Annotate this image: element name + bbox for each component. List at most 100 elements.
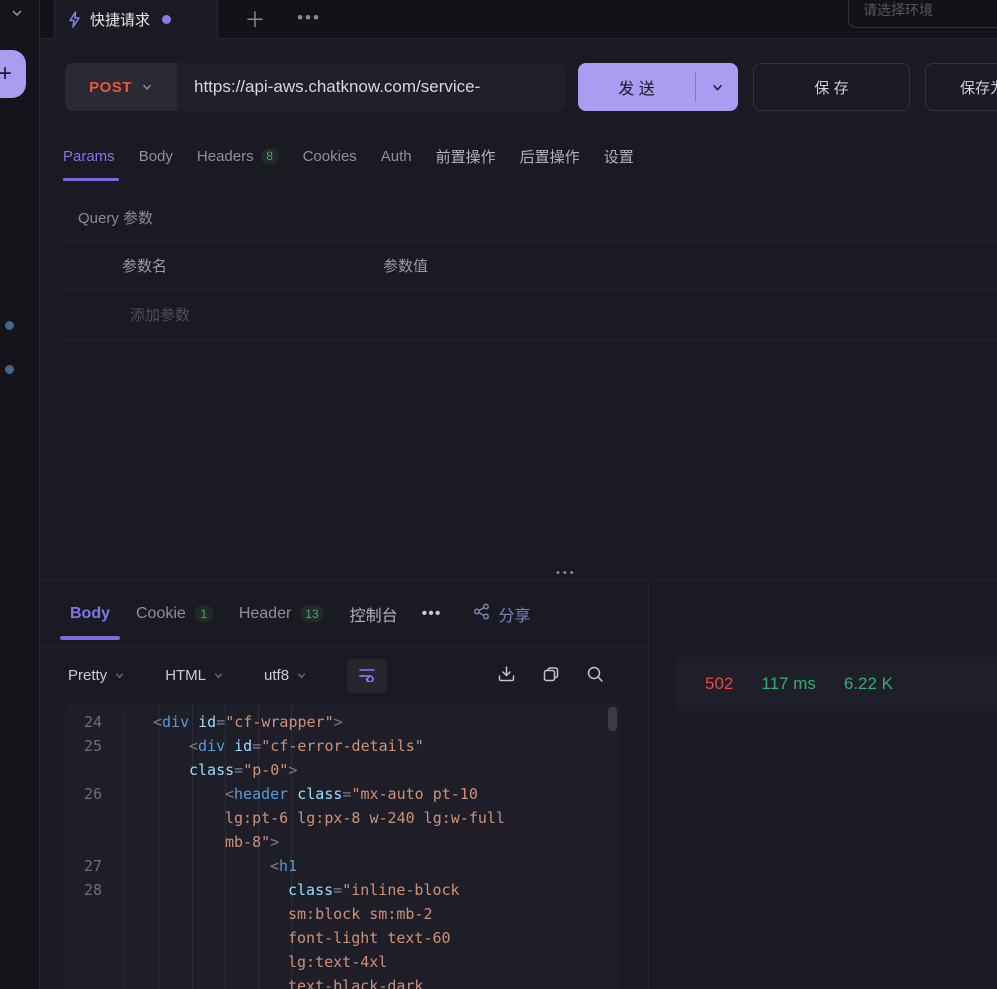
code-text: font-light text-60: [124, 926, 451, 950]
line-number: 26: [65, 782, 124, 806]
response-tab-body[interactable]: Body: [70, 581, 110, 647]
encoding-value: utf8: [264, 667, 289, 684]
copy-icon: [542, 665, 560, 686]
code-text: lg:text-4xl: [124, 950, 387, 974]
code-text: text-black-dark: [124, 974, 423, 989]
request-bar: POST https://api-aws.chatknow.com/servic…: [40, 39, 997, 112]
chevron-down-icon: [213, 670, 224, 681]
response-tab-header[interactable]: Header13: [239, 581, 324, 647]
code-line: 24<div id="cf-wrapper">: [65, 710, 620, 734]
tab-quick-request[interactable]: 快捷请求: [54, 0, 218, 39]
query-params-table: 参数名 参数值 添加参数: [65, 241, 997, 340]
chevron-down-icon: [114, 670, 125, 681]
format-dropdown[interactable]: Pretty: [68, 667, 125, 684]
share-label: 分享: [498, 602, 530, 626]
response-body-code[interactable]: 24<div id="cf-wrapper">25<div id="cf-err…: [65, 703, 620, 989]
copy-button[interactable]: [542, 665, 560, 686]
query-section-title: Query 参数: [78, 207, 153, 228]
encoding-dropdown[interactable]: utf8: [264, 667, 307, 684]
send-options-chevron-icon[interactable]: [696, 81, 738, 94]
request-tab-auth[interactable]: Auth: [381, 128, 412, 184]
tab-label: Body: [70, 605, 110, 623]
tab-title: 快捷请求: [90, 9, 150, 30]
document-tab-bar: 快捷请求 ＋ ••• 请选择环境: [40, 0, 997, 39]
request-tab-前置操作[interactable]: 前置操作: [436, 128, 496, 184]
panel-splitter[interactable]: •••: [40, 571, 997, 580]
tab-label: Header: [239, 605, 291, 623]
tab-label: Body: [139, 148, 173, 165]
code-line: 28class="inline-block: [65, 878, 620, 902]
code-text: <div id="cf-wrapper">: [124, 710, 343, 734]
format-value: Pretty: [68, 667, 107, 684]
tab-overflow-button[interactable]: •••: [292, 3, 326, 33]
word-wrap-icon: [358, 666, 376, 685]
chevron-down-icon[interactable]: [10, 6, 24, 24]
share-button[interactable]: 分享: [473, 602, 530, 626]
unsaved-indicator-dot: [162, 15, 171, 24]
code-text: lg:pt-6 lg:px-8 w-240 lg:w-full: [124, 806, 505, 830]
chevron-down-icon: [141, 81, 153, 93]
url-input[interactable]: https://api-aws.chatknow.com/service-: [177, 63, 565, 111]
send-label: 发 送: [578, 75, 695, 99]
request-tab-后置操作[interactable]: 后置操作: [520, 128, 580, 184]
line-number: 28: [65, 878, 124, 902]
response-tab-控制台[interactable]: 控制台: [350, 581, 396, 647]
code-line: text-black-dark: [65, 974, 620, 989]
chevron-down-icon: [296, 670, 307, 681]
sidebar-add-button[interactable]: +: [0, 50, 26, 98]
tab-label: 设置: [604, 146, 634, 167]
tab-label: 控制台: [350, 602, 396, 626]
count-badge: 1: [195, 605, 213, 622]
save-button[interactable]: 保 存: [753, 63, 910, 111]
response-status-bar: 502 117 ms 6.22 K: [675, 657, 997, 711]
line-number: [65, 758, 124, 782]
url-value: https://api-aws.chatknow.com/service-: [194, 77, 480, 97]
sidebar: +: [0, 0, 40, 989]
request-tab-设置[interactable]: 设置: [604, 128, 634, 184]
code-line: class="p-0">: [65, 758, 620, 782]
search-button[interactable]: [586, 665, 604, 686]
environment-select[interactable]: 请选择环境: [848, 0, 997, 28]
word-wrap-toggle[interactable]: [347, 659, 387, 693]
response-size: 6.22 K: [844, 674, 893, 694]
code-line: lg:pt-6 lg:px-8 w-240 lg:w-full: [65, 806, 620, 830]
new-tab-button[interactable]: ＋: [240, 4, 270, 34]
response-tabs-overflow-button[interactable]: •••: [422, 605, 442, 623]
url-control: POST https://api-aws.chatknow.com/servic…: [65, 63, 565, 111]
line-number: [65, 806, 124, 830]
environment-placeholder: 请选择环境: [863, 0, 933, 20]
code-text: <div id="cf-error-details": [124, 734, 424, 758]
count-badge: 8: [261, 148, 279, 165]
add-param-placeholder: 添加参数: [65, 304, 190, 325]
line-number: [65, 830, 124, 854]
line-number: 27: [65, 854, 124, 878]
request-tab-params[interactable]: Params: [63, 128, 115, 184]
code-text: mb-8">: [124, 830, 279, 854]
tab-label: 后置操作: [520, 146, 580, 167]
add-param-row[interactable]: 添加参数: [65, 290, 997, 340]
code-lines: 24<div id="cf-wrapper">25<div id="cf-err…: [65, 703, 620, 989]
save-as-button[interactable]: 保存为: [925, 63, 997, 111]
column-param-value: 参数值: [383, 255, 428, 276]
code-text: <header class="mx-auto pt-10: [124, 782, 478, 806]
line-number: 25: [65, 734, 124, 758]
app-window: + 快捷请求 ＋ ••• 请选择环境 POST https: [0, 0, 997, 989]
request-tab-headers[interactable]: Headers8: [197, 128, 279, 184]
line-number: 24: [65, 710, 124, 734]
tab-label: 前置操作: [436, 146, 496, 167]
language-dropdown[interactable]: HTML: [165, 667, 224, 684]
code-text: class="p-0">: [124, 758, 297, 782]
response-panel: BodyCookie1Header13控制台•••分享 Pretty HTML …: [40, 581, 997, 989]
line-number: [65, 974, 124, 989]
download-button[interactable]: [497, 665, 516, 686]
request-tab-body[interactable]: Body: [139, 128, 173, 184]
code-line: sm:block sm:mb-2: [65, 902, 620, 926]
send-button[interactable]: 发 送: [578, 63, 738, 111]
response-vertical-divider: [648, 581, 649, 989]
method-select[interactable]: POST: [65, 63, 177, 111]
code-scrollbar-thumb[interactable]: [608, 707, 617, 731]
sidebar-status-dot: [5, 321, 14, 330]
request-tab-cookies[interactable]: Cookies: [303, 128, 357, 184]
code-line: 26<header class="mx-auto pt-10: [65, 782, 620, 806]
response-tab-cookie[interactable]: Cookie1: [136, 581, 213, 647]
